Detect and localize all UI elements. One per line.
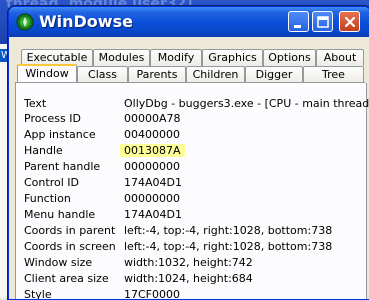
windowse-app-icon <box>16 13 34 31</box>
property-row-function: Function 00000000 <box>16 192 366 207</box>
window-properties-panel: Text OllyDbg - buggers3.exe - [CPU - mai… <box>15 83 369 300</box>
minimize-icon <box>294 25 301 28</box>
property-row-coords-in-screen: Coords in screen left:-4, top:-4, right:… <box>16 240 366 255</box>
property-value: width:1032, height:742 <box>124 256 253 269</box>
tab-modules[interactable]: Modules <box>93 49 150 66</box>
property-label: App instance <box>24 128 96 141</box>
property-label: Client area size <box>24 272 109 285</box>
property-row-window-size: Window size width:1032, height:742 <box>16 256 366 271</box>
property-label: Style <box>24 288 52 300</box>
tab-class[interactable]: Class <box>77 66 128 83</box>
property-value: 17CF0000 <box>124 288 180 300</box>
tab-about[interactable]: About <box>316 49 364 66</box>
tab-window[interactable]: Window <box>17 64 77 83</box>
property-row-parent-handle: Parent handle 00000000 <box>16 160 366 175</box>
property-value: 174A04D1 <box>124 208 182 221</box>
property-label: Window size <box>24 256 93 269</box>
property-row-style: Style 17CF0000 <box>16 288 366 300</box>
close-button[interactable] <box>339 11 360 32</box>
property-row-client-area-size: Client area size width:1024, height:684 <box>16 272 366 287</box>
property-value-highlighted[interactable]: 0013087A <box>120 144 185 157</box>
property-row-coords-in-parent: Coords in parent left:-4, top:-4, right:… <box>16 224 366 239</box>
minimize-button[interactable] <box>288 11 309 32</box>
property-value: OllyDbg - buggers3.exe - [CPU - main thr… <box>124 97 369 110</box>
window-title: WinDowse <box>39 12 133 31</box>
property-row-text: Text OllyDbg - buggers3.exe - [CPU - mai… <box>16 97 369 112</box>
property-row-process-id: Process ID 00000A78 <box>16 112 366 127</box>
tab-modify[interactable]: Modify <box>150 49 202 66</box>
property-row-menu-handle: Menu handle 174A04D1 <box>16 208 366 223</box>
maximize-button[interactable] <box>312 11 333 32</box>
property-row-control-id: Control ID 174A04D1 <box>16 176 366 191</box>
property-label: Menu handle <box>24 208 96 221</box>
property-label: Coords in screen <box>24 240 116 253</box>
tab-strip: Executable Modules Modify Graphics Optio… <box>9 37 369 83</box>
tab-options[interactable]: Options <box>263 49 316 66</box>
title-bar[interactable]: WinDowse <box>9 7 369 37</box>
property-label: Coords in parent <box>24 224 116 237</box>
property-value: 00000A78 <box>124 112 181 125</box>
property-label: Process ID <box>24 112 81 125</box>
tab-parents[interactable]: Parents <box>128 66 186 83</box>
property-label: Function <box>24 192 71 205</box>
property-label: Handle <box>24 144 63 157</box>
property-label: Text <box>24 97 47 110</box>
tab-tree[interactable]: Tree <box>303 66 364 83</box>
close-icon <box>344 16 356 28</box>
property-label: Parent handle <box>24 160 101 173</box>
tab-digger[interactable]: Digger <box>245 66 303 83</box>
windowse-window: WinDowse Executable Modules Modify Graph… <box>8 6 369 300</box>
property-value: 00400000 <box>124 128 180 141</box>
tab-children[interactable]: Children <box>186 66 245 83</box>
maximize-icon <box>317 16 329 28</box>
property-value: 174A04D1 <box>124 176 182 189</box>
tab-graphics[interactable]: Graphics <box>202 49 263 66</box>
property-value: left:-4, top:-4, right:1028, bottom:738 <box>124 240 333 253</box>
property-label: Control ID <box>24 176 79 189</box>
property-value: 00000000 <box>124 160 180 173</box>
property-row-app-instance: App instance 00400000 <box>16 128 366 143</box>
property-row-handle: Handle 0013087A <box>16 144 366 159</box>
property-value: left:-4, top:-4, right:1028, bottom:738 <box>124 224 333 237</box>
property-value: 00000000 <box>124 192 180 205</box>
property-value: width:1024, height:684 <box>124 272 253 285</box>
